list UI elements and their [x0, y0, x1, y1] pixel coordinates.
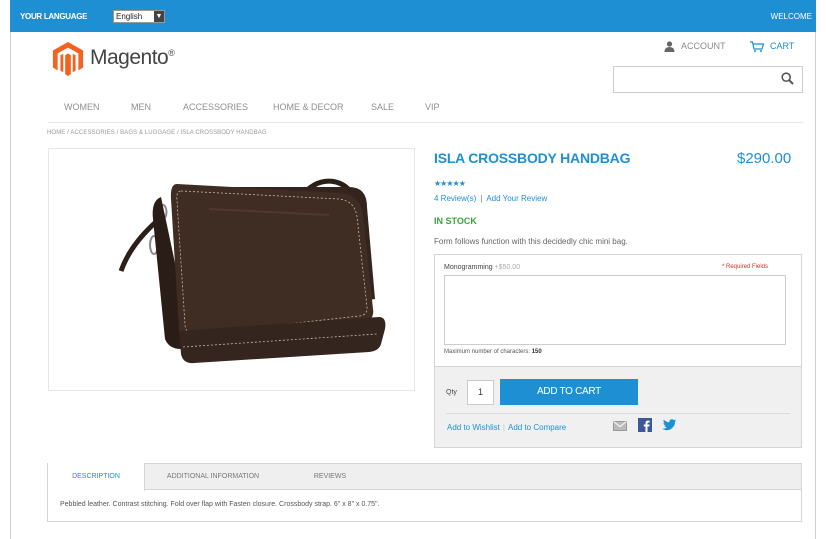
tab-additional-information[interactable]: ADDITIONAL INFORMATION: [146, 463, 280, 490]
nav-divider: [48, 122, 803, 123]
search-input[interactable]: [613, 66, 803, 93]
handbag-image: [118, 178, 386, 364]
add-to-wishlist-link[interactable]: Add to Wishlist: [447, 423, 500, 432]
nav-item-sale[interactable]: SALE: [371, 102, 394, 112]
nav-item-men[interactable]: MEN: [131, 102, 151, 112]
required-note: * Required Fields: [722, 264, 769, 270]
twitter-icon[interactable]: [662, 419, 676, 431]
logo-mark: ®: [168, 48, 175, 58]
mail-icon[interactable]: [613, 421, 627, 431]
user-icon: [664, 41, 675, 53]
product-price: $290.00: [737, 150, 792, 167]
monogram-label: Monogramming +$50.00: [444, 264, 521, 271]
tab-reviews[interactable]: REVIEWS: [280, 463, 380, 490]
max-chars-value: 150: [531, 349, 542, 355]
search-icon[interactable]: [781, 72, 794, 85]
select-arrow-icon: ▼: [154, 11, 164, 22]
stock-status: IN STOCK: [434, 216, 477, 226]
cart-label: CART: [770, 41, 795, 51]
add-review-link[interactable]: Add Your Review: [486, 194, 547, 203]
nav-item-home-decor[interactable]: HOME & DECOR: [273, 102, 344, 112]
nav-item-women[interactable]: WOMEN: [64, 102, 100, 112]
short-description: Form follows function with this decidedl…: [434, 237, 628, 246]
add-to-cart-button[interactable]: ADD TO CART: [500, 379, 638, 405]
product-title: ISLA CROSSBODY HANDBAG: [434, 150, 631, 166]
logo-text[interactable]: Magento®: [90, 46, 175, 70]
tab-description-content: Pebbled leather. Contrast stitching. Fol…: [60, 501, 380, 508]
qty-input[interactable]: 1: [467, 380, 494, 405]
qty-label: Qty: [446, 389, 457, 396]
reviews-separator: |: [480, 194, 483, 203]
account-link[interactable]: ACCOUNT: [664, 41, 726, 53]
reviews-count-link[interactable]: 4 Review(s): [434, 194, 476, 203]
product-image[interactable]: [48, 148, 415, 391]
language-value: English: [116, 12, 143, 21]
tab-description[interactable]: DESCRIPTION: [47, 463, 145, 491]
welcome-text: WELCOME: [770, 12, 812, 21]
breadcrumb[interactable]: HOME / ACCESSORIES / BAGS & LUGGAGE / IS…: [47, 130, 267, 136]
monogram-price: +$50.00: [494, 264, 521, 271]
language-label: YOUR LANGUAGE: [20, 12, 88, 21]
nav-item-vip[interactable]: VIP: [425, 102, 440, 112]
wishlist-compare-links: Add to Wishlist | Add to Compare: [447, 423, 566, 432]
account-label: ACCOUNT: [681, 41, 726, 51]
rating-stars: ★★★★★: [434, 179, 466, 188]
cart-link[interactable]: CART: [750, 41, 795, 53]
monogram-textarea[interactable]: [444, 275, 786, 345]
reviews-links: 4 Review(s) | Add Your Review: [434, 194, 547, 203]
links-separator: |: [502, 423, 505, 432]
facebook-icon[interactable]: [638, 418, 652, 432]
cart-icon: [750, 41, 765, 53]
add-to-compare-link[interactable]: Add to Compare: [508, 423, 566, 432]
magento-logo-icon[interactable]: [52, 42, 84, 76]
language-select[interactable]: English ▼: [113, 10, 165, 23]
nav-item-accessories[interactable]: ACCESSORIES: [183, 102, 248, 112]
max-chars-note: Maximum number of characters: 150: [444, 349, 542, 355]
cart-divider: [446, 413, 790, 414]
